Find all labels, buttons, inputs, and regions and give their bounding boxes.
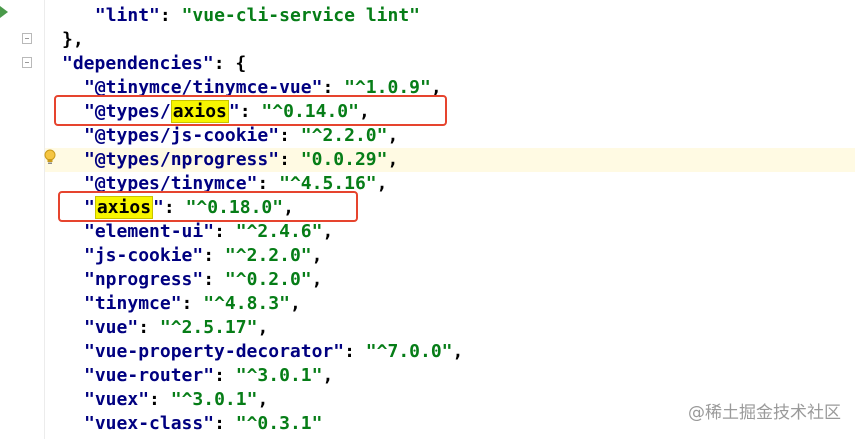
json-value: ^0.2.0 <box>235 269 301 290</box>
annotation-box-axios <box>58 191 358 222</box>
json-value: 0.0.29 <box>311 149 377 170</box>
json-value: ^2.4.6 <box>246 221 312 242</box>
json-key: js-cookie <box>94 245 193 266</box>
code-line-vuex[interactable]: "vuex": "^3.0.1", <box>62 388 268 412</box>
json-key: @types/nprogress <box>94 149 269 170</box>
json-key: vuex <box>94 389 139 410</box>
json-key: vue <box>94 317 128 338</box>
lightbulb-icon[interactable] <box>44 149 56 165</box>
json-key: vue-router <box>94 365 204 386</box>
code-line-vue-router[interactable]: "vue-router": "^3.0.1", <box>62 364 333 388</box>
json-key: nprogress <box>94 269 193 290</box>
json-key: lint <box>105 5 150 26</box>
fold-marker-icon[interactable] <box>22 57 32 68</box>
code-line-scripts-close[interactable]: }, <box>62 28 84 52</box>
code-line-vue-property-decorator[interactable]: "vue-property-decorator": "^7.0.0", <box>62 340 463 364</box>
code-line-dependencies[interactable]: "dependencies": { <box>62 52 246 76</box>
annotation-box-types-axios <box>54 95 447 126</box>
json-key: dependencies <box>72 53 203 74</box>
fold-marker-icon[interactable] <box>22 33 32 44</box>
code-line-nprogress[interactable]: "nprogress": "^0.2.0", <box>62 268 322 292</box>
json-value: ^4.8.3 <box>214 293 280 314</box>
gutter-divider <box>44 0 45 439</box>
code-line-types-js-cookie[interactable]: "@types/js-cookie": "^2.2.0", <box>62 124 398 148</box>
json-key: vue-property-decorator <box>94 341 334 362</box>
code-line-js-cookie[interactable]: "js-cookie": "^2.2.0", <box>62 244 322 268</box>
closing-brace: }, <box>62 29 84 50</box>
json-value: ^3.0.1 <box>246 365 312 386</box>
code-editor[interactable]: "lint": "vue-cli-service lint" }, "depen… <box>0 0 855 439</box>
run-arrow-icon[interactable] <box>0 6 8 18</box>
code-line-vue[interactable]: "vue": "^2.5.17", <box>62 316 268 340</box>
code-line-element-ui[interactable]: "element-ui": "^2.4.6", <box>62 220 333 244</box>
json-key: tinymce <box>94 293 171 314</box>
json-value: ^0.3.1 <box>246 413 312 434</box>
json-value: vue-cli-service lint <box>192 5 410 26</box>
json-value: ^2.2.0 <box>235 245 301 266</box>
editor-gutter[interactable] <box>0 0 44 439</box>
code-line-vuex-class[interactable]: "vuex-class": "^0.3.1" <box>62 412 322 436</box>
json-key: @types/js-cookie <box>94 125 269 146</box>
json-value: ^3.0.1 <box>181 389 247 410</box>
code-line-lint[interactable]: "lint": "vue-cli-service lint" <box>62 4 420 28</box>
json-value: ^2.5.17 <box>170 317 247 338</box>
watermark: @稀土掘金技术社区 <box>688 403 841 423</box>
json-value: ^7.0.0 <box>376 341 442 362</box>
json-key: element-ui <box>94 221 204 242</box>
json-key: vuex-class <box>94 413 204 434</box>
code-line-types-nprogress[interactable]: "@types/nprogress": "0.0.29", <box>62 148 398 172</box>
code-line-tinymce[interactable]: "tinymce": "^4.8.3", <box>62 292 301 316</box>
json-value: ^2.2.0 <box>311 125 377 146</box>
